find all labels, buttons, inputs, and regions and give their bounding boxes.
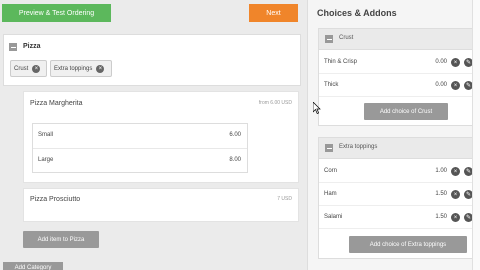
item-name: Pizza Margherita bbox=[30, 100, 83, 107]
size-name: Small bbox=[38, 132, 54, 138]
addon-group-crust: Crust Thin & Crisp 0.00 × ✎ Thick 0.00 ×… bbox=[318, 28, 476, 126]
choice-price: 0.00 bbox=[435, 59, 447, 65]
item-price: from 6.00 USD bbox=[258, 100, 292, 106]
row-divider bbox=[319, 96, 475, 97]
size-price: 8.00 bbox=[229, 157, 241, 163]
choice-name: Ham bbox=[324, 191, 337, 197]
size-row: Small 6.00 bbox=[33, 124, 247, 148]
collapse-icon[interactable] bbox=[325, 144, 333, 152]
remove-choice-icon[interactable]: × bbox=[451, 167, 460, 176]
item-name: Pizza Prosciutto bbox=[30, 196, 81, 203]
choice-row: Salami 1.50 × ✎ bbox=[319, 206, 475, 229]
add-item-button[interactable]: Add item to Pizza bbox=[23, 231, 99, 248]
choice-price: 1.50 bbox=[435, 214, 447, 220]
group-label: Extra toppings bbox=[339, 144, 378, 150]
choice-row: Thin & Crisp 0.00 × ✎ bbox=[319, 51, 475, 74]
group-header: Extra toppings bbox=[319, 138, 475, 159]
add-extra-toppings-choice-button[interactable]: Add choice of Extra toppings bbox=[349, 236, 467, 253]
choice-price: 1.50 bbox=[435, 191, 447, 197]
tag-label: Extra toppings bbox=[54, 65, 93, 72]
remove-choice-icon[interactable]: × bbox=[451, 190, 460, 199]
choice-name: Salami bbox=[324, 214, 343, 220]
remove-choice-icon[interactable]: × bbox=[451, 81, 460, 90]
choice-row: Thick 0.00 × ✎ bbox=[319, 74, 475, 97]
size-table: Small 6.00 Large 8.00 bbox=[32, 123, 248, 173]
panel-title: Choices & Addons bbox=[317, 8, 397, 18]
row-divider bbox=[319, 228, 475, 229]
choice-row: Ham 1.50 × ✎ bbox=[319, 183, 475, 206]
size-row: Large 8.00 bbox=[33, 149, 247, 173]
tag-crust: Crust × bbox=[10, 60, 47, 77]
collapse-icon[interactable] bbox=[325, 35, 333, 43]
choice-name: Thick bbox=[324, 82, 339, 88]
add-category-button[interactable]: Add Category bbox=[3, 262, 63, 270]
choice-name: Corn bbox=[324, 168, 338, 174]
category-title: Pizza bbox=[23, 43, 41, 50]
choice-price: 0.00 bbox=[435, 82, 447, 88]
remove-tag-icon[interactable]: × bbox=[96, 64, 105, 73]
choices-addons-panel: Choices & Addons Crust Thin & Crisp 0.00… bbox=[307, 0, 480, 270]
tag-extra-toppings: Extra toppings × bbox=[50, 60, 112, 77]
choice-price: 1.00 bbox=[435, 168, 447, 174]
remove-tag-icon[interactable]: × bbox=[32, 64, 41, 73]
menu-item-card[interactable]: Pizza Margherita from 6.00 USD Small 6.0… bbox=[23, 91, 299, 183]
next-button[interactable]: Next bbox=[249, 4, 298, 22]
item-price: 7 USD bbox=[277, 196, 292, 202]
preview-test-ordering-button[interactable]: Preview & Test Ordering bbox=[2, 4, 111, 22]
scrollbar[interactable] bbox=[472, 0, 480, 270]
size-price: 6.00 bbox=[229, 132, 241, 138]
menu-item-card[interactable]: Pizza Prosciutto 7 USD bbox=[23, 188, 299, 222]
remove-choice-icon[interactable]: × bbox=[451, 213, 460, 222]
addon-group-extra-toppings: Extra toppings Corn 1.00 × ✎ Ham 1.50 × … bbox=[318, 137, 476, 259]
choice-name: Thin & Crisp bbox=[324, 59, 358, 65]
tag-label: Crust bbox=[14, 65, 29, 72]
group-label: Crust bbox=[339, 35, 354, 41]
category-card: Pizza Crust × Extra toppings × bbox=[3, 34, 301, 86]
collapse-icon[interactable] bbox=[9, 43, 17, 51]
remove-choice-icon[interactable]: × bbox=[451, 58, 460, 67]
add-crust-choice-button[interactable]: Add choice of Crust bbox=[364, 103, 448, 120]
size-name: Large bbox=[38, 157, 54, 163]
choice-row: Corn 1.00 × ✎ bbox=[319, 160, 475, 183]
group-header: Crust bbox=[319, 29, 475, 50]
mouse-cursor-icon bbox=[313, 102, 321, 114]
